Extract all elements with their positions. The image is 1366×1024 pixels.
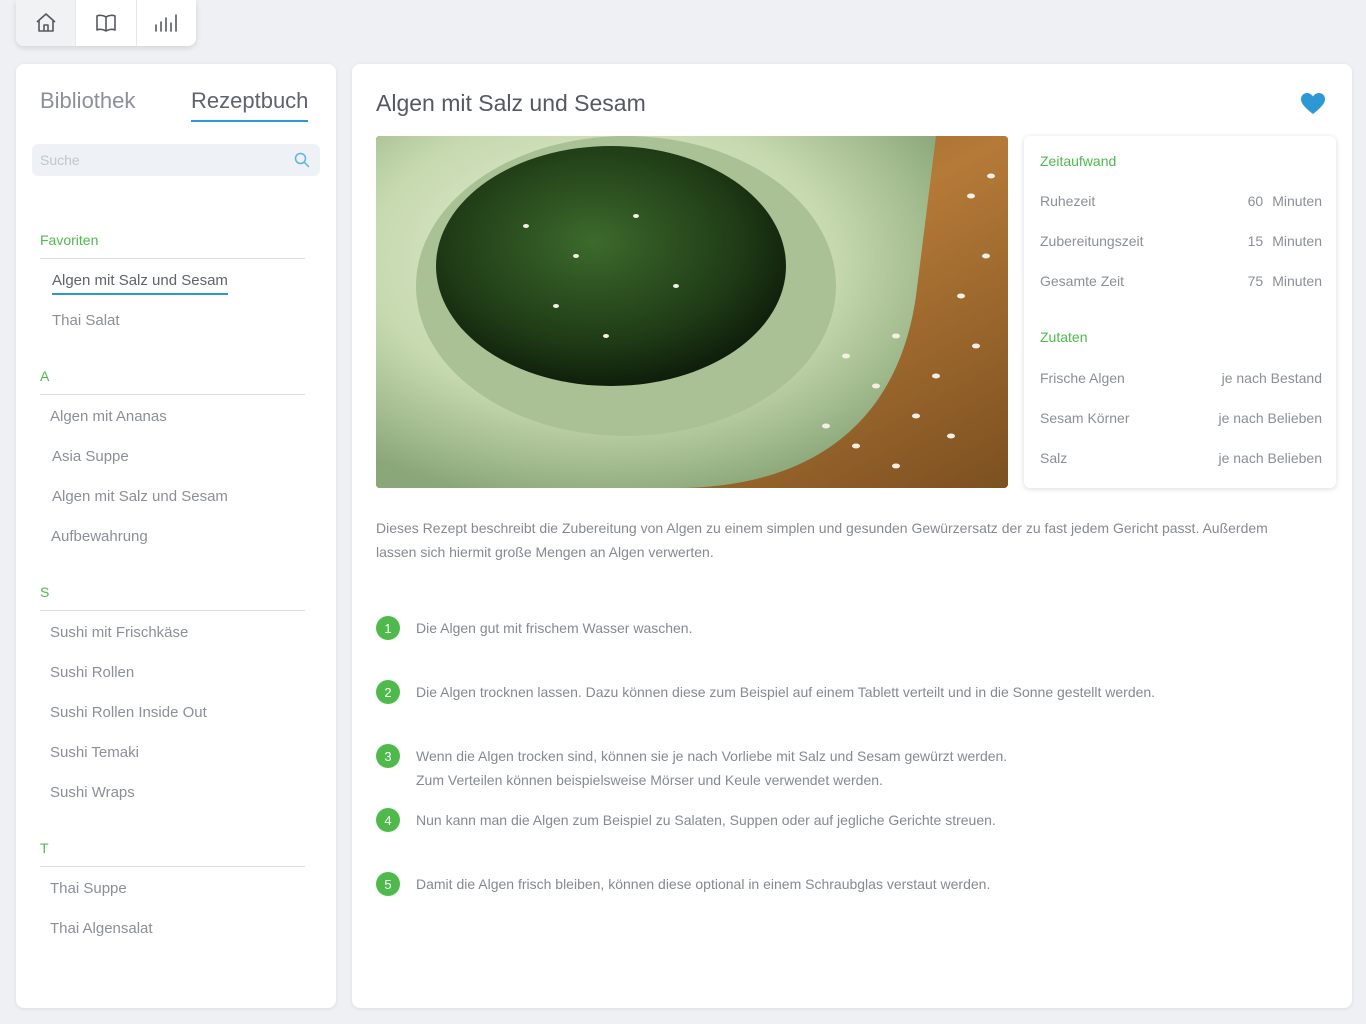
recipe-book-button[interactable] bbox=[76, 0, 137, 46]
time-header: Zeitaufwand bbox=[1040, 153, 1117, 169]
list-item[interactable]: Thai Suppe bbox=[50, 880, 127, 897]
row-unit: Minuten bbox=[1272, 233, 1322, 249]
ingredient-amount: je nach Belieben bbox=[1218, 450, 1322, 466]
list-item[interactable]: Sushi Rollen bbox=[50, 664, 134, 681]
step-5: 5 Damit die Algen frisch bleiben, können… bbox=[376, 872, 1316, 896]
time-row-zubereitungszeit: Zubereitungszeit 15 Minuten bbox=[1040, 233, 1322, 249]
list-item[interactable]: Asia Suppe bbox=[52, 448, 129, 465]
step-2: 2 Die Algen trocknen lassen. Dazu können… bbox=[376, 680, 1316, 704]
ingredient-amount: je nach Bestand bbox=[1221, 370, 1322, 386]
search-box bbox=[32, 144, 320, 176]
row-value: 60 bbox=[1247, 193, 1264, 209]
list-item[interactable]: Thai Salat bbox=[52, 312, 120, 329]
recipe-detail: Algen mit Salz und Sesam Zeitaufwand Ruh… bbox=[352, 64, 1352, 1008]
section-header-s: S bbox=[40, 584, 305, 611]
step-text-line-2: Zum Verteilen können beispielsweise Mörs… bbox=[416, 772, 883, 788]
home-icon bbox=[36, 13, 56, 32]
step-text-block: Wenn die Algen trocken sind, können sie … bbox=[416, 744, 1007, 792]
heart-icon[interactable] bbox=[1300, 92, 1326, 116]
time-row-ruhezeit: Ruhezeit 60 Minuten bbox=[1040, 193, 1322, 209]
list-item[interactable]: Aufbewahrung bbox=[51, 528, 148, 545]
sidebar: Bibliothek Rezeptbuch Favoriten Algen mi… bbox=[16, 64, 336, 1008]
step-text: Damit die Algen frisch bleiben, können d… bbox=[416, 876, 991, 892]
list-item[interactable]: Sushi Wraps bbox=[50, 784, 135, 801]
recipe-photo bbox=[376, 136, 1008, 488]
step-text: Die Algen gut mit frischem Wasser wasche… bbox=[416, 620, 693, 636]
ingredient-name: Salz bbox=[1040, 450, 1068, 466]
ingredient-name: Sesam Körner bbox=[1040, 410, 1130, 426]
step-3: 3 Wenn die Algen trocken sind, können si… bbox=[376, 744, 1316, 792]
book-icon bbox=[96, 14, 116, 32]
row-value: 75 bbox=[1247, 273, 1264, 289]
mortar-illustration bbox=[376, 136, 1008, 488]
time-row-gesamte-zeit: Gesamte Zeit 75 Minuten bbox=[1040, 273, 1322, 289]
top-navigation bbox=[16, 0, 196, 46]
sidebar-tabs: Bibliothek Rezeptbuch bbox=[40, 88, 312, 124]
step-4: 4 Nun kann man die Algen zum Beispiel zu… bbox=[376, 808, 1316, 832]
row-value: 15 bbox=[1247, 233, 1264, 249]
list-item[interactable]: Algen mit Ananas bbox=[50, 408, 167, 425]
home-button[interactable] bbox=[16, 0, 77, 46]
row-label: Zubereitungszeit bbox=[1040, 233, 1144, 249]
list-item[interactable]: Sushi mit Frischkäse bbox=[50, 624, 188, 641]
step-number-badge: 5 bbox=[376, 872, 400, 896]
ingredient-row: Salz je nach Belieben bbox=[1040, 450, 1322, 466]
info-card: Zeitaufwand Ruhezeit 60 Minuten Zubereitu… bbox=[1024, 136, 1336, 488]
recipe-description: Dieses Rezept beschreibt die Zubereitung… bbox=[376, 520, 1268, 560]
statistics-button[interactable] bbox=[137, 0, 196, 46]
step-number-badge: 2 bbox=[376, 680, 400, 704]
section-header-t: T bbox=[40, 840, 305, 867]
section-header-favoriten: Favoriten bbox=[40, 232, 305, 259]
row-label: Ruhezeit bbox=[1040, 193, 1096, 209]
step-text: Wenn die Algen trocken sind, können sie … bbox=[416, 748, 1008, 764]
list-item[interactable]: Sushi Temaki bbox=[50, 744, 139, 761]
step-number-badge: 4 bbox=[376, 808, 400, 832]
recipe-title: Algen mit Salz und Sesam bbox=[376, 90, 646, 116]
ingredient-amount: je nach Belieben bbox=[1218, 410, 1322, 426]
row-unit: Minuten bbox=[1272, 273, 1322, 289]
bar-chart-icon bbox=[155, 14, 178, 32]
ingredient-row: Frische Algen je nach Bestand bbox=[1040, 370, 1322, 386]
step-text: Die Algen trocknen lassen. Dazu können d… bbox=[416, 684, 1156, 700]
list-item[interactable]: Algen mit Salz und Sesam bbox=[52, 272, 228, 295]
row-unit: Minuten bbox=[1272, 193, 1322, 209]
step-text: Nun kann man die Algen zum Beispiel zu S… bbox=[416, 812, 996, 828]
row-label: Gesamte Zeit bbox=[1040, 273, 1125, 289]
search-input[interactable] bbox=[32, 144, 288, 176]
ingredients-header: Zutaten bbox=[1040, 329, 1088, 345]
list-item[interactable]: Sushi Rollen Inside Out bbox=[50, 704, 207, 721]
tab-rezeptbuch[interactable]: Rezeptbuch bbox=[191, 88, 309, 122]
step-1: 1 Die Algen gut mit frischem Wasser wasc… bbox=[376, 616, 1316, 640]
step-number-badge: 1 bbox=[376, 616, 400, 640]
ingredient-row: Sesam Körner je nach Belieben bbox=[1040, 410, 1322, 426]
list-item[interactable]: Algen mit Salz und Sesam bbox=[52, 488, 228, 505]
ingredient-name: Frische Algen bbox=[1040, 370, 1125, 386]
search-icon[interactable] bbox=[294, 152, 310, 168]
list-item[interactable]: Thai Algensalat bbox=[50, 920, 153, 937]
step-number-badge: 3 bbox=[376, 744, 400, 768]
section-header-a: A bbox=[40, 368, 305, 395]
tab-bibliothek[interactable]: Bibliothek bbox=[40, 88, 135, 114]
